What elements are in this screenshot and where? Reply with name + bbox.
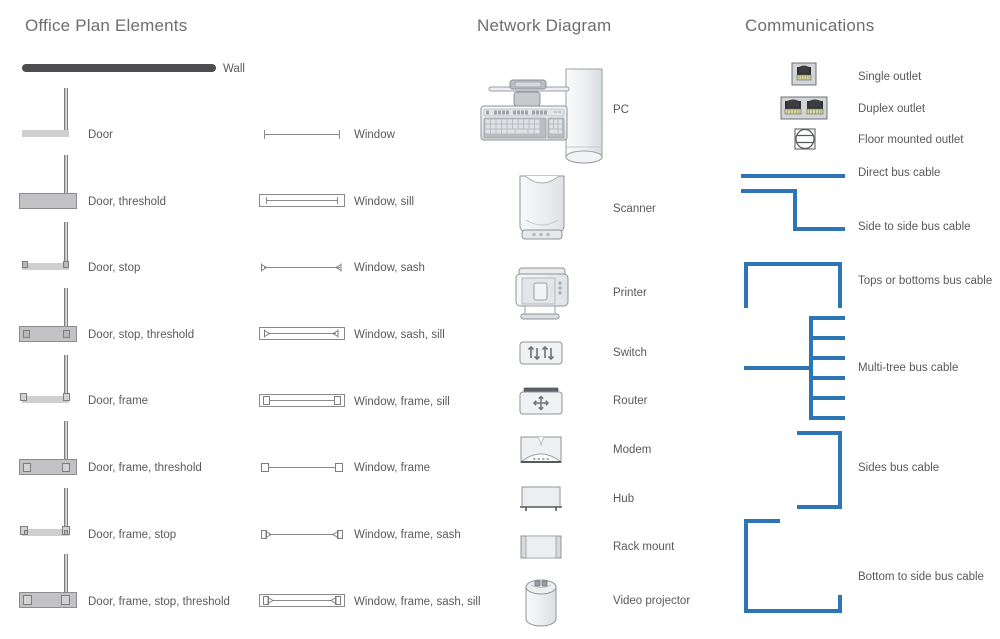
door-threshold-label: Door, threshold [88, 196, 166, 208]
window-frame-sash-sill-label: Window, frame, sash, sill [354, 596, 481, 608]
window-frame-sill-label: Window, frame, sill [354, 396, 450, 408]
section-title-office-plan: Office Plan Elements [25, 16, 188, 35]
video-projector-label: Video projector [613, 595, 691, 607]
switch-icon [518, 339, 564, 367]
pc-icon [470, 62, 610, 167]
section-title-network-diagram: Network Diagram [477, 16, 612, 35]
single-outlet-label: Single outlet [858, 71, 922, 83]
switch-label: Switch [613, 347, 647, 359]
door-frame-stop-label: Door, frame, stop [88, 529, 177, 541]
window-frame-label: Window, frame [354, 462, 431, 474]
window-frame-sash-label: Window, frame, sash [354, 529, 461, 541]
bottom-to-side-bus-cable-label: Bottom to side bus cable [858, 571, 984, 583]
door-stop-threshold-label: Door, stop, threshold [88, 329, 195, 341]
floor-mounted-outlet-icon [793, 127, 817, 151]
modem-label: Modem [613, 444, 652, 456]
section-title-communications: Communications [745, 16, 875, 35]
router-icon [518, 386, 564, 418]
modem-icon [518, 434, 564, 466]
wall-symbol [22, 64, 216, 72]
scanner-icon [515, 172, 569, 244]
sides-bus-cable-label: Sides bus cable [858, 462, 940, 474]
scanner-label: Scanner [613, 203, 656, 215]
floor-mounted-outlet-label: Floor mounted outlet [858, 134, 964, 146]
printer-label: Printer [613, 287, 647, 299]
video-projector-icon [518, 578, 564, 634]
duplex-outlet-icon [780, 96, 828, 120]
rack-mount-icon [518, 533, 564, 561]
window-sill-label: Window, sill [354, 196, 415, 208]
door-frame-label: Door, frame [88, 395, 149, 407]
hub-label: Hub [613, 493, 635, 505]
door-stop-label: Door, stop [88, 262, 141, 274]
door-label: Door [88, 129, 113, 141]
window-sash-label: Window, sash [354, 262, 425, 274]
router-label: Router [613, 395, 648, 407]
door-frame-threshold-label: Door, frame, threshold [88, 462, 202, 474]
window-sash-sill-label: Window, sash, sill [354, 329, 445, 341]
direct-bus-cable-label: Direct bus cable [858, 167, 941, 179]
tops-or-bottoms-bus-cable-label: Tops or bottoms bus cable [858, 275, 993, 287]
window-label: Window [354, 129, 395, 141]
door-frame-stop-threshold-label: Door, frame, stop, threshold [88, 596, 230, 608]
wall-label: Wall [223, 63, 245, 75]
printer-icon [512, 264, 572, 322]
side-to-side-bus-cable-label: Side to side bus cable [858, 221, 971, 233]
single-outlet-icon [791, 62, 817, 86]
diagram-canvas: Office Plan Elements Wall Door Door, thr… [0, 0, 1000, 639]
hub-icon [518, 484, 564, 514]
multi-tree-bus-cable-label: Multi-tree bus cable [858, 362, 959, 374]
pc-label: PC [613, 104, 629, 116]
duplex-outlet-label: Duplex outlet [858, 103, 926, 115]
rack-mount-label: Rack mount [613, 541, 675, 553]
